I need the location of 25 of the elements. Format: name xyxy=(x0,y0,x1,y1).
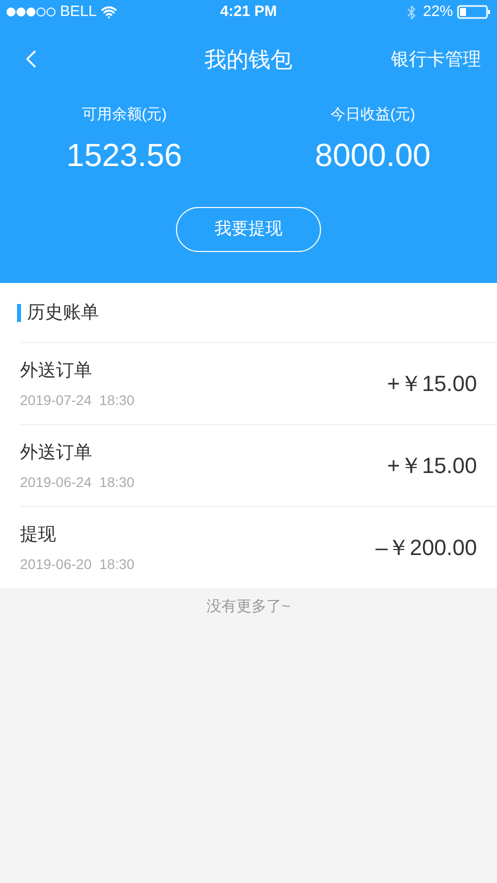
bank-card-link[interactable]: 银行卡管理 xyxy=(391,46,481,72)
bill-time: 2019-06-20 18:30 xyxy=(20,554,136,574)
withdraw-button[interactable]: 我要提现 xyxy=(176,206,321,252)
no-more-text: 没有更多了~ xyxy=(206,597,292,617)
battery-percent: 22% xyxy=(422,2,454,22)
wifi-icon xyxy=(100,4,117,20)
balance-value: 1523.56 xyxy=(66,136,182,174)
bill-amount: –￥200.00 xyxy=(375,534,477,562)
section-title: 历史账单 xyxy=(27,301,99,324)
battery-icon xyxy=(457,5,492,19)
bill-time: 2019-06-24 18:30 xyxy=(20,472,136,492)
section-marker xyxy=(17,304,21,322)
bill-title: 外送订单 xyxy=(20,440,93,464)
balance-label: 今日收益(元) xyxy=(330,105,416,125)
carrier-name: BELL xyxy=(60,2,97,22)
bill-time: 2019-07-24 18:30 xyxy=(20,390,136,410)
bill-title: 外送订单 xyxy=(20,358,93,382)
bill-amount: +￥15.00 xyxy=(387,370,477,398)
clock-time: 4:21 PM xyxy=(219,2,278,22)
balance-label: 可用余额(元) xyxy=(82,105,167,125)
page-title: 我的钱包 xyxy=(204,46,292,74)
bill-amount: +￥15.00 xyxy=(387,452,477,480)
balance-value: 8000.00 xyxy=(314,136,431,174)
bill-title: 提现 xyxy=(20,522,57,546)
signal-icon xyxy=(6,7,56,17)
